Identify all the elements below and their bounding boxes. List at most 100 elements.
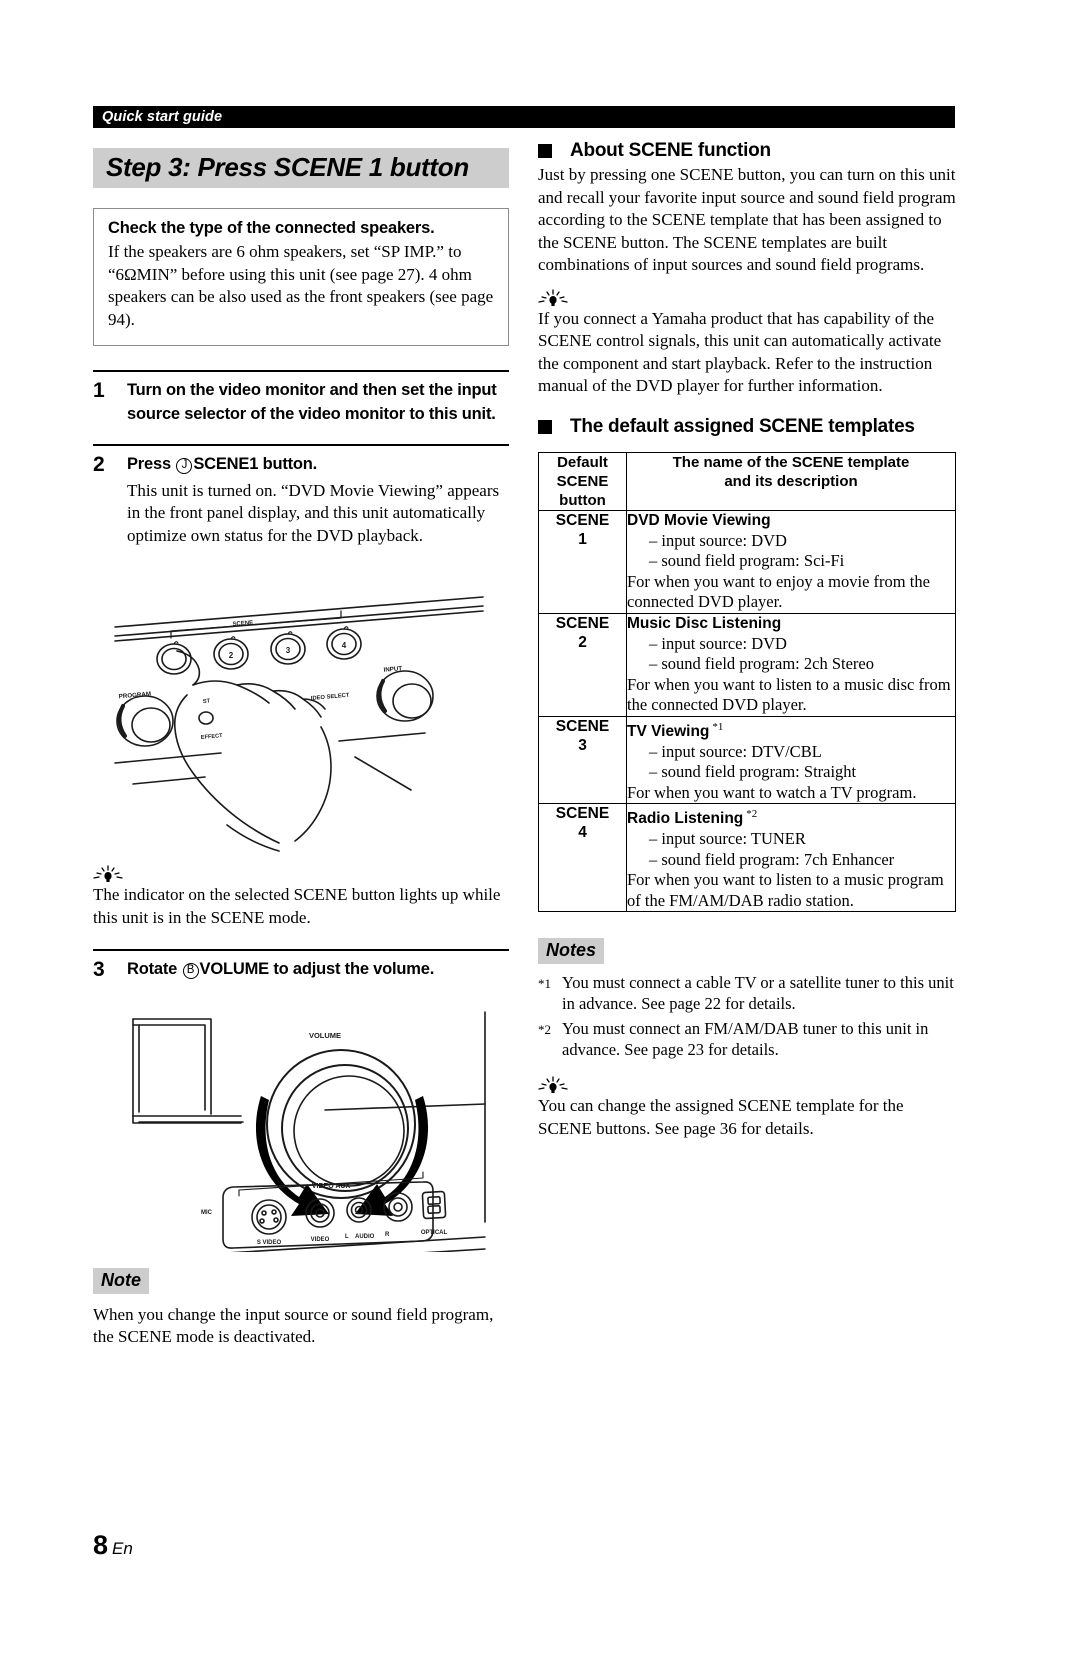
scene-panel-illustration: SCENE 2 3 4 PROGRAM ST EFFECT IDEO SELEC… (114, 596, 484, 852)
scene-button-figure: SCENE 2 3 4 PROGRAM ST EFFECT IDEO SELEC… (93, 553, 513, 853)
templates-heading-text: The default assigned SCENE templates (570, 415, 915, 437)
about-scene-heading: About SCENE function (538, 140, 958, 162)
page-number: 8 En (93, 1530, 133, 1561)
scene-figure-label: SCENE (232, 620, 253, 628)
row-scene-button: SCENE 4 (538, 803, 627, 913)
header-line-2: SCENE (556, 472, 609, 490)
template-name-text: TV Viewing (627, 722, 710, 740)
volume-panel-illustration: VOLUME MIC VIDEO AUX S VIDEO VIDEO L AUD… (132, 1010, 486, 1252)
bottom-tip: You can change the assigned SCENE templa… (538, 1076, 958, 1140)
circled-letter-j-icon: J (176, 458, 193, 474)
template-description: For when you want to enjoy a movie from … (627, 571, 930, 612)
row-scene-button: SCENE 2 (538, 612, 627, 717)
volume-knob-figure: VOLUME MIC VIDEO AUX S VIDEO VIDEO L AUD… (93, 992, 513, 1252)
scene-word: SCENE (555, 805, 610, 823)
step-divider-2 (93, 444, 509, 446)
header-line-1: Default (557, 453, 608, 471)
template-name-text: Radio Listening (627, 810, 744, 828)
template-bullet: – input source: TUNER (649, 829, 806, 849)
video-select-label: IDEO SELECT (311, 693, 350, 702)
template-description: For when you want to listen to a music d… (627, 674, 951, 715)
table-row: SCENE 1 DVD Movie Viewing – input source… (538, 509, 956, 614)
scene-indicator-tip-text: The indicator on the selected SCENE butt… (93, 885, 501, 927)
footnote-text: You must connect a cable TV or a satelli… (562, 973, 954, 1014)
template-name: Radio Listening *2 (627, 804, 955, 829)
note-text: When you change the input source or soun… (93, 1304, 494, 1347)
bottom-tip-text: You can change the assigned SCENE templa… (538, 1096, 904, 1138)
note-badge: Note (93, 1267, 149, 1294)
notes-badge: Notes (538, 938, 605, 965)
about-scene-heading-text: About SCENE function (570, 140, 771, 161)
step-banner-title: Step 3: Press SCENE 1 button (106, 152, 469, 182)
scene-indicator-tip: The indicator on the selected SCENE butt… (93, 865, 513, 929)
table-row: SCENE 2 Music Disc Listening – input sou… (538, 612, 956, 717)
scene-index: 4 (578, 824, 587, 842)
manual-page: Quick start guide Step 3: Press SCENE 1 … (0, 0, 1080, 1657)
header-right-line-2: and its description (724, 472, 858, 490)
template-bullet: – input source: DTV/CBL (649, 741, 822, 761)
template-name: DVD Movie Viewing (627, 511, 955, 531)
templates-heading: The default assigned SCENE templates (538, 416, 958, 438)
scene-templates-table: Default SCENE button The name of the SCE… (538, 451, 956, 913)
scene-figure-button-3: 3 (286, 646, 291, 655)
row-description: Music Disc Listening – input source: DVD… (626, 612, 956, 717)
template-name-text: DVD Movie Viewing (627, 511, 771, 529)
section-square-icon (538, 419, 552, 434)
table-row: SCENE 4 Radio Listening *2 – input source… (538, 803, 956, 913)
scene-index: 1 (578, 530, 587, 548)
optical-label: OPTICAL (421, 1230, 448, 1236)
left-note-block: Note When you change the input source or… (93, 1267, 513, 1349)
tip-bulb-icon (93, 865, 123, 882)
header-line-3: button (559, 491, 606, 509)
right-column: About SCENE function Just by pressing on… (538, 140, 958, 1140)
tip-bulb-icon (538, 288, 568, 306)
row-description: DVD Movie Viewing – input source: DVD – … (626, 509, 956, 614)
template-bullet: – sound field program: Sci-Fi (649, 551, 845, 570)
audio-label: AUDIO (355, 1234, 375, 1240)
about-scene-tip-text: If you connect a Yamaha product that has… (538, 308, 942, 396)
speaker-check-title: Check the type of the connected speakers… (108, 219, 435, 237)
step-1: 1 Turn on the video monitor and then set… (93, 379, 513, 426)
footnote-mark: *2 (538, 1022, 551, 1038)
step-divider-1 (93, 370, 509, 372)
svideo-label: S VIDEO (257, 1240, 282, 1246)
footnote-marker: *1 (712, 720, 724, 733)
footnote-mark: *1 (538, 976, 551, 992)
audio-r-label: R (385, 1232, 390, 1238)
row-description: Radio Listening *2 – input source: TUNER … (626, 803, 956, 913)
scene-index: 3 (578, 736, 587, 754)
step-2-heading-pre: Press (127, 455, 171, 473)
template-name: TV Viewing *1 (627, 717, 955, 742)
video-label: VIDEO (311, 1237, 330, 1243)
step-3-heading-post: to adjust the volume. (273, 960, 435, 978)
step-1-heading: Turn on the video monitor and then set t… (127, 381, 497, 423)
table-header-row: Default SCENE button The name of the SCE… (538, 451, 956, 511)
circled-letter-b-icon: B (182, 963, 199, 979)
footnote-row: *1 You must connect a cable TV or a sate… (538, 972, 958, 1014)
step-2-body: This unit is turned on. “DVD Movie Viewi… (127, 480, 500, 545)
step-divider-3 (93, 949, 509, 951)
program-knob-label: PROGRAM (118, 691, 151, 701)
step-banner: Step 3: Press SCENE 1 button (93, 148, 509, 188)
page-number-lang: En (112, 1539, 133, 1558)
template-name-text: Music Disc Listening (627, 614, 782, 632)
step-2-heading-bold: SCENE1 (193, 455, 259, 473)
step-3-heading-pre: Rotate (127, 960, 178, 978)
input-knob-label: INPUT (383, 665, 402, 674)
step-3-heading: Rotate B VOLUME to adjust the volume. (127, 958, 513, 982)
audio-l-label: L (345, 1234, 349, 1240)
tip-bulb-icon (538, 1076, 568, 1094)
about-scene-body: Just by pressing one SCENE button, you c… (538, 165, 956, 274)
footnote-marker: *2 (746, 808, 758, 821)
about-scene-tip: If you connect a Yamaha product that has… (538, 288, 958, 398)
running-header-text: Quick start guide (102, 109, 223, 125)
header-default-scene-button: Default SCENE button (538, 451, 627, 511)
straight-label: ST (203, 698, 211, 705)
footnote-text: You must connect an FM/AM/DAB tuner to t… (562, 1019, 929, 1060)
speaker-check-body: If the speakers are 6 ohm speakers, set … (108, 242, 494, 329)
row-scene-button: SCENE 1 (538, 509, 627, 614)
header-template-name: The name of the SCENE template and its d… (626, 451, 956, 511)
speaker-check-box: Check the type of the connected speakers… (93, 208, 509, 346)
row-description: TV Viewing *1 – input source: DTV/CBL – s… (626, 715, 956, 805)
template-bullet: – input source: DVD (649, 633, 787, 653)
